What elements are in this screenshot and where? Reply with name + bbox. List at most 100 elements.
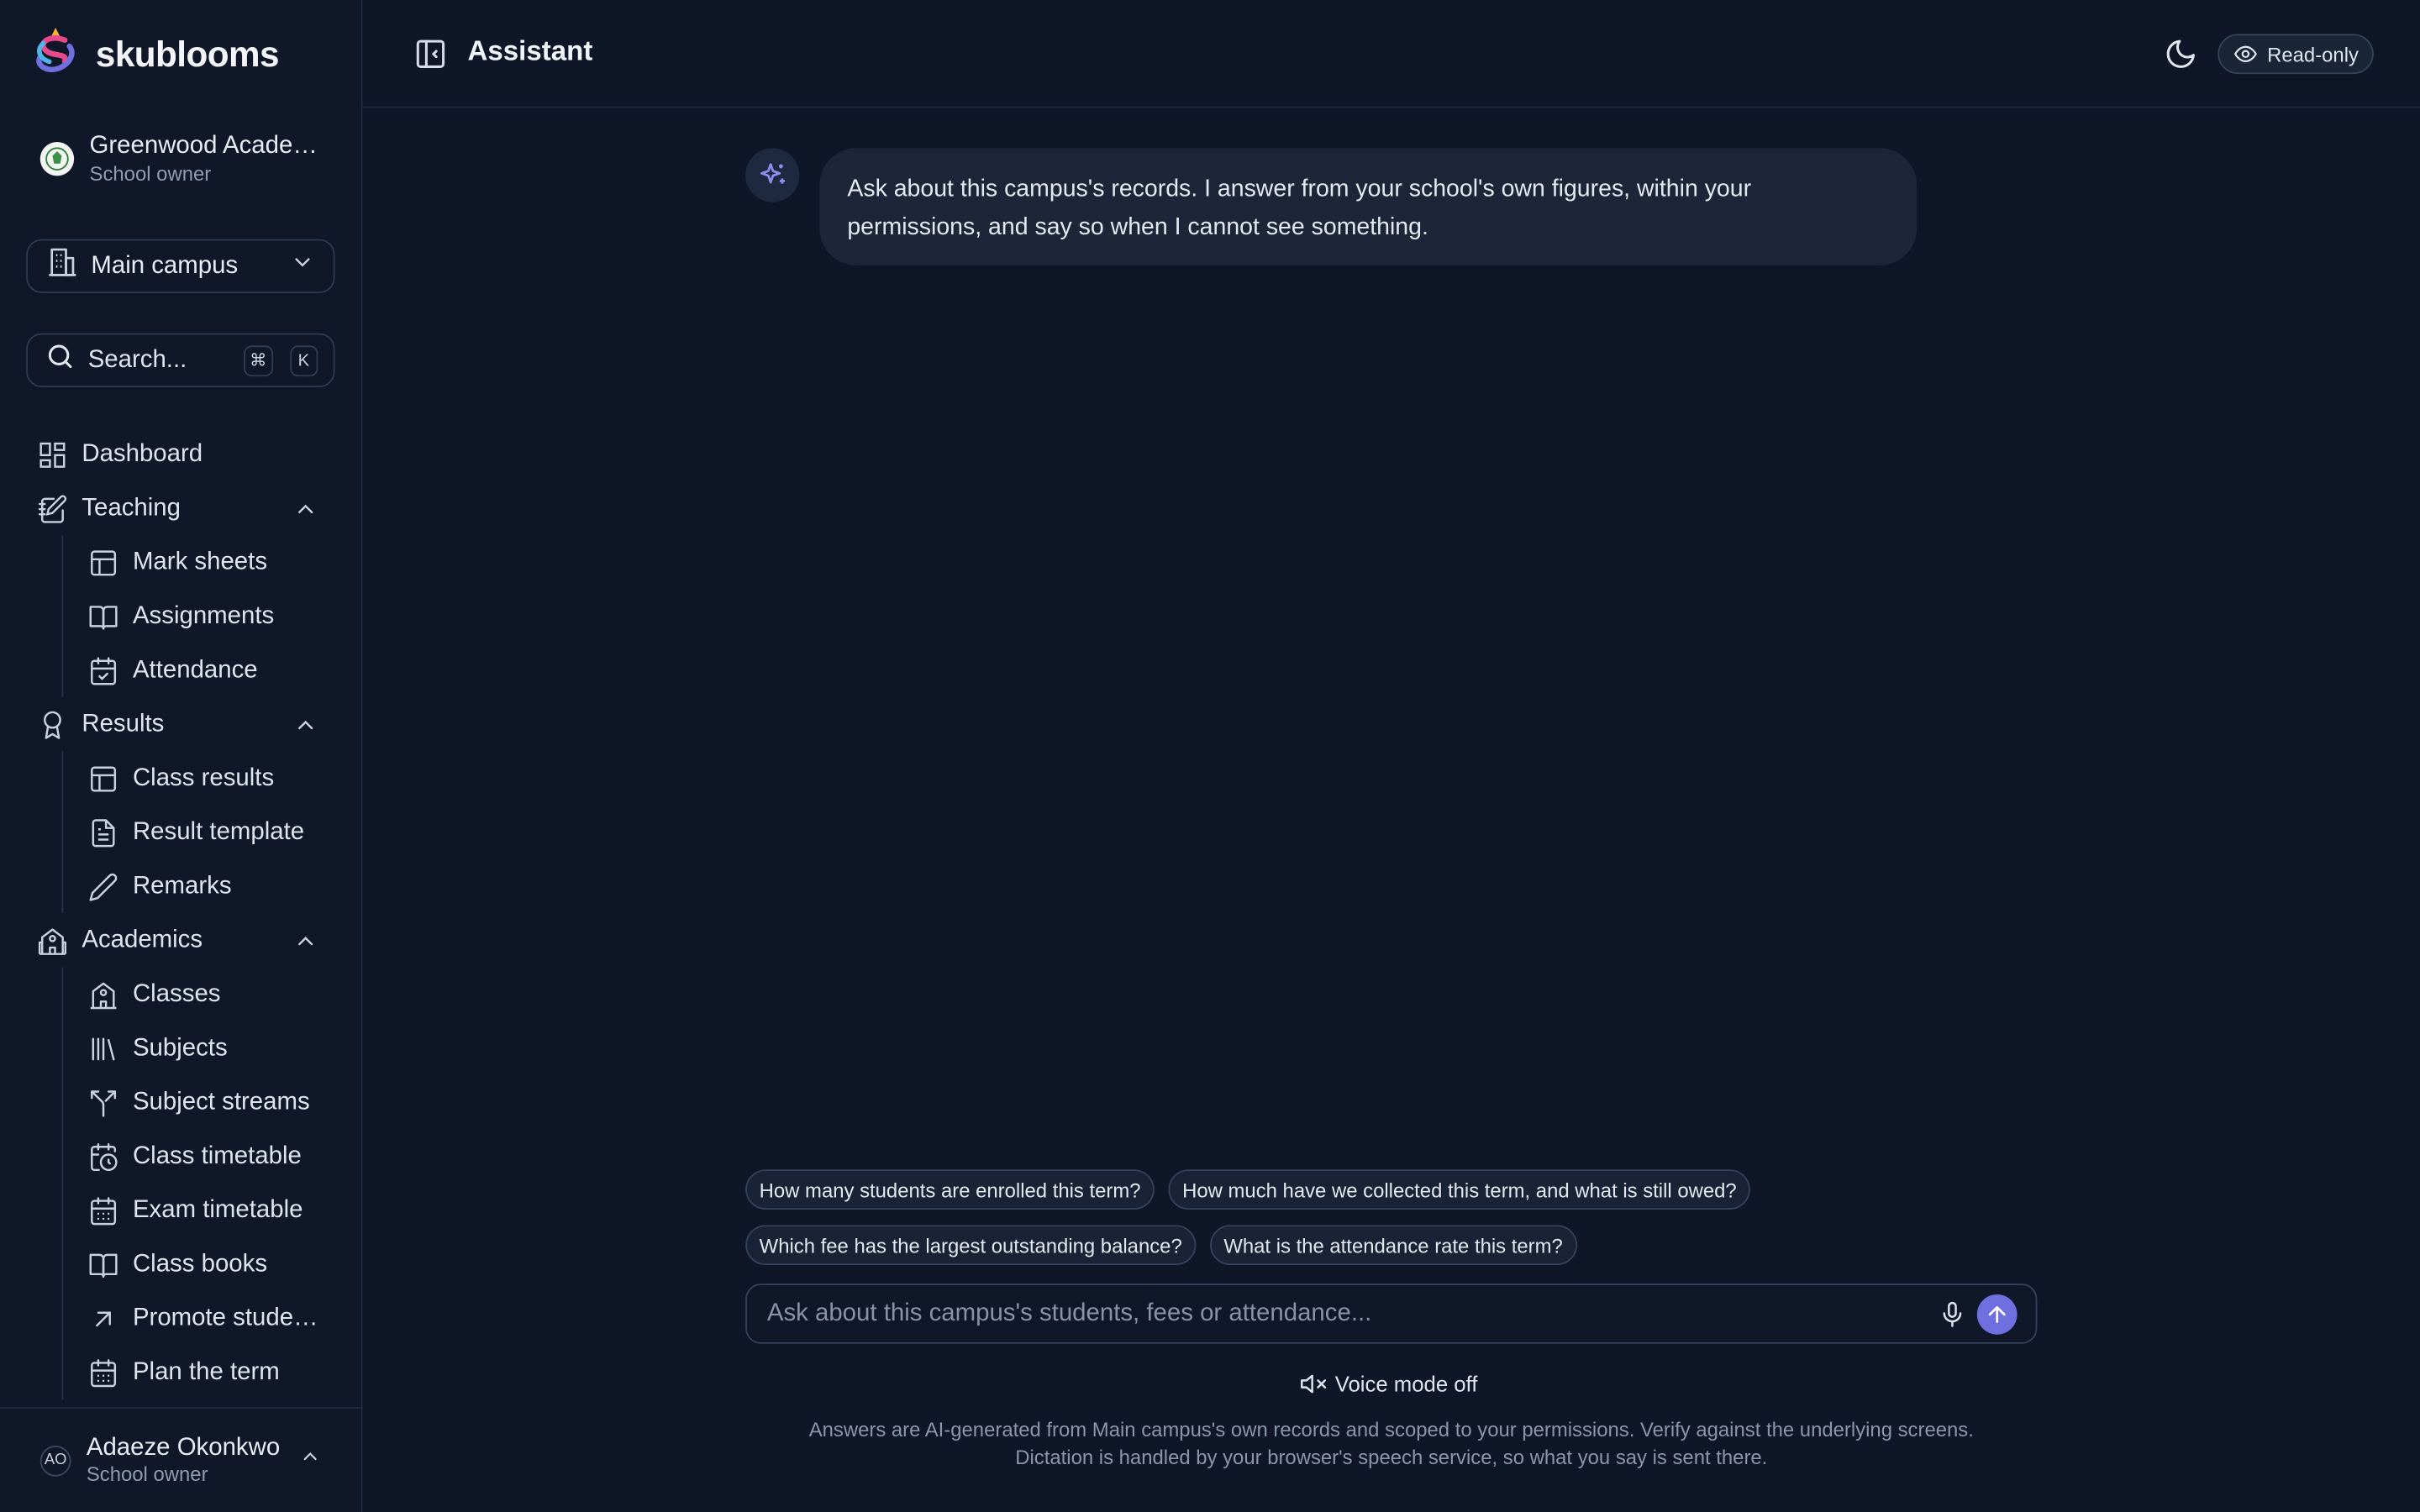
sidebar-item-label: Academics — [82, 926, 203, 953]
suggestion-chip[interactable]: What is the attendance rate this term? — [1209, 1225, 1577, 1266]
calendar-check-icon — [91, 656, 117, 685]
suggestion-chip[interactable]: How many students are enrolled this term… — [745, 1169, 1155, 1210]
calendar-icon — [91, 1196, 117, 1225]
user-name: Adaeze Okonkwo — [86, 1435, 281, 1462]
sidebar-item-label: Teaching — [82, 494, 181, 521]
sidebar-item-label: Subject streams — [132, 1088, 310, 1116]
skublooms-logo-icon — [31, 24, 81, 84]
arrow-up-icon — [1988, 1305, 2006, 1322]
building-icon — [45, 245, 78, 287]
message-input[interactable] — [766, 1299, 1934, 1328]
search-input[interactable] — [87, 346, 227, 375]
sidebar-item-remarks[interactable]: Remarks — [37, 859, 330, 914]
shortcut-key-k: K — [289, 344, 318, 376]
sidebar-item-class-results[interactable]: Class results — [37, 751, 330, 806]
book-open-icon — [89, 605, 118, 629]
chevron-down-icon — [290, 250, 314, 283]
sidebar-item-label: Exam timetable — [132, 1196, 303, 1223]
brand[interactable]: skublooms — [31, 27, 279, 80]
sidebar-item-label: Mark sheets — [132, 548, 268, 575]
theme-toggle-button[interactable] — [2162, 35, 2199, 72]
moon-icon — [2166, 39, 2195, 68]
sidebar-item-class-books[interactable]: Class books — [37, 1237, 330, 1292]
sidebar-item-mark-sheets[interactable]: Mark sheets — [37, 535, 330, 590]
sidebar: skublooms Greenwood Acade… School owner … — [0, 0, 363, 1512]
dictation-button[interactable] — [1933, 1295, 1970, 1332]
sidebar-group-results[interactable]: Results — [37, 697, 330, 751]
sidebar-item-label: Subjects — [132, 1034, 228, 1061]
chevron-up-icon — [298, 936, 313, 945]
campus-select[interactable]: Main campus — [26, 239, 335, 293]
campus-label: Main campus — [91, 252, 239, 279]
sidebar-item-promote-students[interactable]: Promote stude… — [37, 1291, 330, 1346]
pen-icon — [89, 872, 118, 900]
volume-mute-icon — [1301, 1374, 1327, 1394]
sidebar-item-label: Promote stude… — [132, 1304, 318, 1331]
award-icon — [44, 710, 61, 738]
ai-disclaimer: Answers are AI-generated from Main campu… — [745, 1416, 2037, 1472]
microphone-icon — [1943, 1300, 1962, 1326]
dashboard-icon — [39, 441, 66, 467]
chevron-up-icon — [298, 503, 313, 513]
sidebar-item-label: Dashboard — [82, 440, 203, 467]
sidebar-item-class-timetable[interactable]: Class timetable — [37, 1129, 330, 1184]
sidebar-item-result-template[interactable]: Result template — [37, 805, 330, 860]
sidebar-item-label: Result template — [132, 818, 305, 845]
chevron-up-icon — [299, 1446, 321, 1475]
sidebar-group-teaching[interactable]: Teaching — [37, 481, 330, 535]
sidebar-item-label: Class results — [132, 764, 275, 791]
chevron-up-icon — [298, 719, 313, 729]
calendar-icon — [91, 1358, 117, 1387]
sidebar-item-plan-the-term[interactable]: Plan the term — [37, 1345, 330, 1399]
calendar-clock-icon — [91, 1142, 118, 1171]
split-icon — [91, 1089, 117, 1116]
sidebar-item-subject-streams[interactable]: Subject streams — [37, 1075, 330, 1130]
read-only-badge: Read-only — [2217, 34, 2375, 75]
sidebar-toggle-button[interactable] — [412, 35, 449, 72]
shortcut-key-command: ⌘ — [244, 344, 273, 376]
search-icon — [45, 341, 76, 380]
voice-mode-toggle[interactable]: Voice mode off — [1300, 1367, 1477, 1400]
sidebar-group-academics[interactable]: Academics — [37, 913, 330, 967]
arrow-up-right-icon — [96, 1310, 111, 1326]
disclaimer-line: Dictation is handled by your browser's s… — [1015, 1445, 1768, 1469]
sidebar-item-label: Classes — [132, 980, 221, 1007]
book-open-icon — [89, 1252, 118, 1278]
sidebar-nav: Dashboard Teaching Mark sheets Assignmen… — [37, 428, 330, 1407]
user-role: School owner — [86, 1462, 208, 1486]
user-menu[interactable]: AO Adaeze Okonkwo School owner — [0, 1407, 361, 1512]
suggestion-chips: How many students are enrolled this term… — [745, 1169, 2042, 1280]
read-only-label: Read-only — [2267, 42, 2359, 66]
school-icon — [38, 927, 66, 954]
sidebar-item-label: Remarks — [132, 872, 232, 899]
sparkles-icon — [760, 162, 785, 183]
assistant-message: Ask about this campus's records. I answe… — [819, 148, 1918, 265]
sidebar-item-exam-timetable[interactable]: Exam timetable — [37, 1183, 330, 1238]
search-box[interactable]: ⌘ K — [26, 333, 335, 388]
sidebar-item-dashboard[interactable]: Dashboard — [37, 428, 330, 481]
sidebar-item-label: Assignments — [132, 602, 275, 629]
sidebar-item-label: Class books — [132, 1250, 268, 1277]
suggestion-chip[interactable]: How much have we collected this term, an… — [1168, 1169, 1751, 1210]
top-bar: Assistant Read-only — [362, 0, 2420, 108]
send-button[interactable] — [1976, 1294, 2018, 1334]
table-icon — [91, 549, 117, 575]
school-crest-icon — [39, 141, 75, 176]
sidebar-item-label: Results — [82, 710, 165, 738]
sidebar-item-classes[interactable]: Classes — [37, 967, 330, 1021]
message-composer — [745, 1284, 2038, 1344]
suggestion-chip[interactable]: Which fee has the largest outstanding ba… — [745, 1225, 1197, 1266]
library-icon — [92, 1037, 115, 1060]
sidebar-item-attendance[interactable]: Attendance — [37, 643, 330, 698]
organization-switcher[interactable]: Greenwood Acade… School owner — [39, 132, 334, 186]
organization-name: Greenwood Acade… — [89, 132, 318, 160]
page-title: Assistant — [467, 35, 593, 66]
sidebar-item-subjects[interactable]: Subjects — [37, 1021, 330, 1076]
organization-role: School owner — [89, 161, 212, 186]
panel-left-close-icon — [416, 39, 445, 68]
sidebar-item-assignments[interactable]: Assignments — [37, 589, 330, 643]
disclaimer-line: Answers are AI-generated from Main campu… — [808, 1417, 1974, 1441]
avatar: AO — [39, 1445, 71, 1476]
sidebar-item-label: Class timetable — [132, 1142, 302, 1169]
assistant-avatar — [745, 148, 800, 202]
